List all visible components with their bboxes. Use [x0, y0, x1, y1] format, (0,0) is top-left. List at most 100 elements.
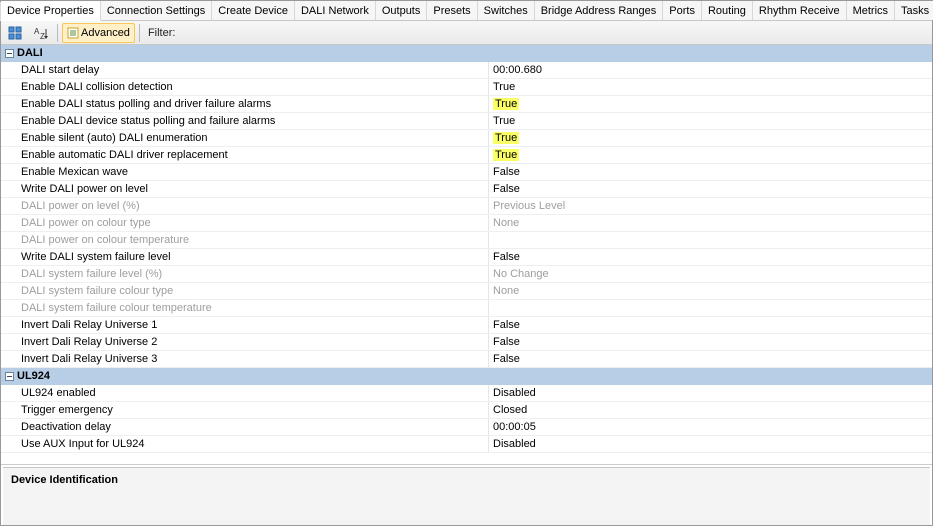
- property-value[interactable]: False: [489, 164, 932, 180]
- toolbar: AZ Advanced Filter:: [1, 21, 932, 45]
- property-row[interactable]: Enable Mexican waveFalse: [1, 164, 932, 181]
- highlighted-value: True: [493, 132, 519, 144]
- property-name: Write DALI system failure level: [1, 249, 489, 265]
- property-value[interactable]: True: [489, 130, 932, 146]
- tab-routing[interactable]: Routing: [701, 1, 753, 20]
- tab-presets[interactable]: Presets: [426, 1, 477, 20]
- property-value[interactable]: [489, 300, 932, 316]
- property-value[interactable]: None: [489, 215, 932, 231]
- property-value[interactable]: 00:00:05: [489, 419, 932, 435]
- property-name: DALI start delay: [1, 62, 489, 78]
- property-name: Use AUX Input for UL924: [1, 436, 489, 452]
- group-title: UL924: [17, 370, 50, 382]
- description-pane: Device Identification: [3, 467, 930, 525]
- property-value[interactable]: False: [489, 334, 932, 350]
- property-name: Deactivation delay: [1, 419, 489, 435]
- toolbar-separator: [139, 24, 140, 42]
- property-name: Invert Dali Relay Universe 3: [1, 351, 489, 367]
- property-name: Write DALI power on level: [1, 181, 489, 197]
- property-name: Enable DALI status polling and driver fa…: [1, 96, 489, 112]
- highlighted-value: True: [493, 98, 519, 110]
- tab-bridge-address-ranges[interactable]: Bridge Address Ranges: [534, 1, 664, 20]
- property-value[interactable]: True: [489, 113, 932, 129]
- property-row[interactable]: Enable DALI status polling and driver fa…: [1, 96, 932, 113]
- property-name: Enable silent (auto) DALI enumeration: [1, 130, 489, 146]
- property-value[interactable]: No Change: [489, 266, 932, 282]
- property-name: UL924 enabled: [1, 385, 489, 401]
- property-value[interactable]: [489, 232, 932, 248]
- collapse-icon[interactable]: [1, 49, 17, 58]
- property-name: Enable Mexican wave: [1, 164, 489, 180]
- property-row[interactable]: Enable DALI device status polling and fa…: [1, 113, 932, 130]
- property-name: DALI power on level (%): [1, 198, 489, 214]
- property-row[interactable]: Invert Dali Relay Universe 3False: [1, 351, 932, 368]
- property-value[interactable]: Disabled: [489, 385, 932, 401]
- tab-create-device[interactable]: Create Device: [211, 1, 295, 20]
- property-value[interactable]: True: [489, 147, 932, 163]
- property-value[interactable]: 00:00.680: [489, 62, 932, 78]
- property-row[interactable]: DALI system failure level (%)No Change: [1, 266, 932, 283]
- property-name: Trigger emergency: [1, 402, 489, 418]
- group-title: DALI: [17, 47, 43, 59]
- property-name: DALI system failure level (%): [1, 266, 489, 282]
- property-row[interactable]: Enable automatic DALI driver replacement…: [1, 147, 932, 164]
- property-value[interactable]: False: [489, 181, 932, 197]
- property-row[interactable]: Use AUX Input for UL924Disabled: [1, 436, 932, 453]
- tab-connection-settings[interactable]: Connection Settings: [100, 1, 212, 20]
- tab-rhythm-receive[interactable]: Rhythm Receive: [752, 1, 847, 20]
- property-row[interactable]: Enable DALI collision detectionTrue: [1, 79, 932, 96]
- property-value[interactable]: Closed: [489, 402, 932, 418]
- tab-tasks[interactable]: Tasks: [894, 1, 933, 20]
- property-row[interactable]: UL924 enabledDisabled: [1, 385, 932, 402]
- property-row[interactable]: DALI start delay00:00.680: [1, 62, 932, 79]
- advanced-icon: [67, 27, 79, 39]
- property-row[interactable]: Enable silent (auto) DALI enumeration Tru…: [1, 130, 932, 147]
- property-name: Enable DALI collision detection: [1, 79, 489, 95]
- property-row[interactable]: DALI system failure colour temperature: [1, 300, 932, 317]
- property-name: DALI system failure colour temperature: [1, 300, 489, 316]
- property-row[interactable]: Invert Dali Relay Universe 2False: [1, 334, 932, 351]
- advanced-button[interactable]: Advanced: [62, 23, 135, 43]
- property-value[interactable]: False: [489, 249, 932, 265]
- property-name: DALI power on colour type: [1, 215, 489, 231]
- property-value[interactable]: False: [489, 317, 932, 333]
- property-value[interactable]: None: [489, 283, 932, 299]
- property-name: DALI system failure colour type: [1, 283, 489, 299]
- property-value[interactable]: False: [489, 351, 932, 367]
- tab-ports[interactable]: Ports: [662, 1, 702, 20]
- tab-outputs[interactable]: Outputs: [375, 1, 428, 20]
- property-row[interactable]: Trigger emergencyClosed: [1, 402, 932, 419]
- property-name: Enable DALI device status polling and fa…: [1, 113, 489, 129]
- collapse-icon[interactable]: [1, 372, 17, 381]
- property-row[interactable]: DALI power on level (%)Previous Level: [1, 198, 932, 215]
- property-row[interactable]: DALI power on colour typeNone: [1, 215, 932, 232]
- group-header[interactable]: DALI: [1, 45, 932, 62]
- tab-dali-network[interactable]: DALI Network: [294, 1, 376, 20]
- alphabetical-button[interactable]: AZ: [29, 23, 53, 43]
- highlighted-value: True: [493, 149, 519, 161]
- property-row[interactable]: DALI system failure colour typeNone: [1, 283, 932, 300]
- property-row[interactable]: Invert Dali Relay Universe 1False: [1, 317, 932, 334]
- description-title: Device Identification: [11, 474, 922, 486]
- property-grid[interactable]: DALIDALI start delay00:00.680Enable DALI…: [1, 45, 932, 465]
- property-row[interactable]: Write DALI system failure levelFalse: [1, 249, 932, 266]
- toolbar-separator: [57, 24, 58, 42]
- property-row[interactable]: Deactivation delay00:00:05: [1, 419, 932, 436]
- property-name: Invert Dali Relay Universe 2: [1, 334, 489, 350]
- tab-device-properties[interactable]: Device Properties: [0, 2, 101, 21]
- property-value[interactable]: True: [489, 96, 932, 112]
- property-value[interactable]: Disabled: [489, 436, 932, 452]
- property-row[interactable]: Write DALI power on levelFalse: [1, 181, 932, 198]
- filter-label: Filter:: [144, 27, 176, 39]
- advanced-label: Advanced: [81, 27, 130, 39]
- property-value[interactable]: Previous Level: [489, 198, 932, 214]
- tab-switches[interactable]: Switches: [477, 1, 535, 20]
- tab-metrics[interactable]: Metrics: [846, 1, 895, 20]
- property-name: Enable automatic DALI driver replacement: [1, 147, 489, 163]
- property-name: Invert Dali Relay Universe 1: [1, 317, 489, 333]
- tab-strip: Device PropertiesConnection SettingsCrea…: [1, 1, 932, 21]
- property-value[interactable]: True: [489, 79, 932, 95]
- group-header[interactable]: UL924: [1, 368, 932, 385]
- categorized-button[interactable]: [3, 23, 27, 43]
- property-row[interactable]: DALI power on colour temperature: [1, 232, 932, 249]
